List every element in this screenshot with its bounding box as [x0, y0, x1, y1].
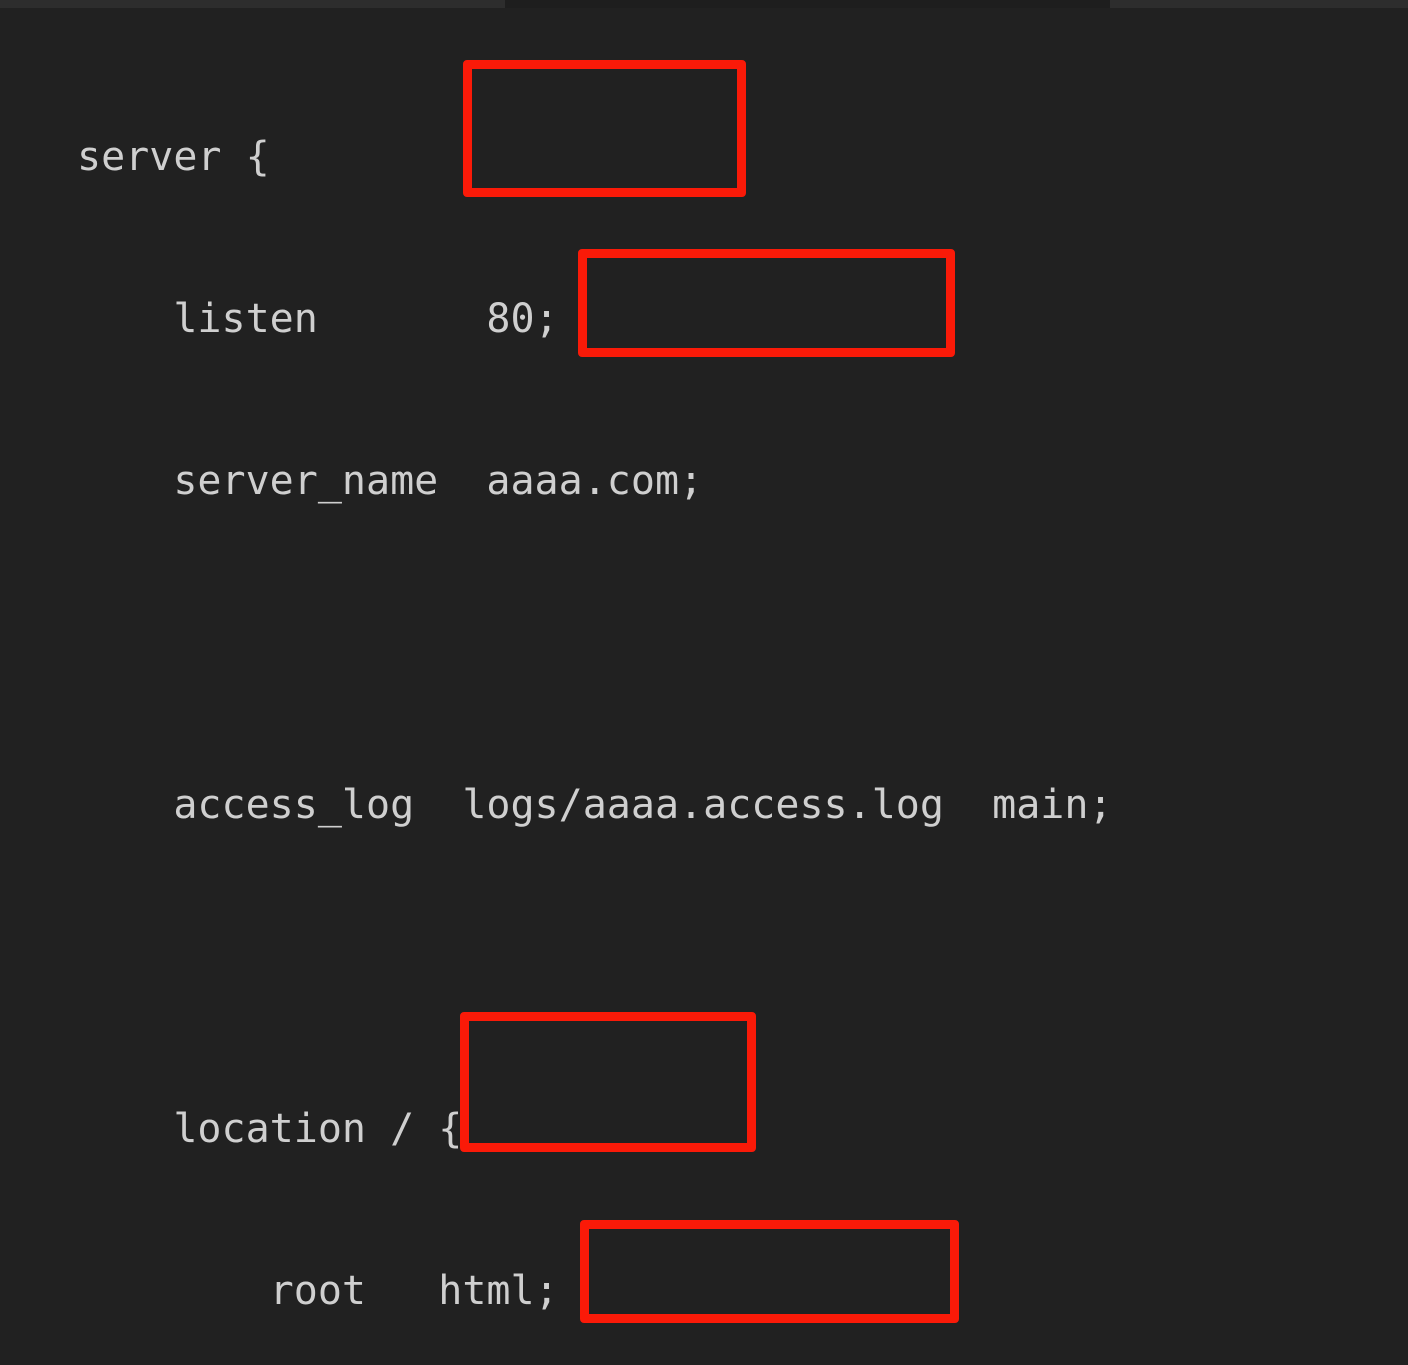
code-line: server {	[77, 134, 270, 180]
code-line: access_log logs/aaaa.access.log main;	[77, 782, 1113, 828]
strip-segment-right	[1110, 0, 1408, 8]
top-chrome-strip	[0, 0, 1408, 8]
strip-segment-center	[505, 0, 1110, 8]
strip-segment-left	[0, 0, 505, 8]
code-line: root html;	[77, 1268, 559, 1314]
screenshot-root: server { listen 80; server_name aaaa.com…	[0, 0, 1408, 1365]
code-line: listen 80;	[77, 296, 559, 342]
code-line: server_name aaaa.com;	[77, 458, 704, 504]
code-block[interactable]: server { listen 80; server_name aaaa.com…	[0, 8, 1408, 1365]
code-line: location / {	[77, 1106, 463, 1152]
